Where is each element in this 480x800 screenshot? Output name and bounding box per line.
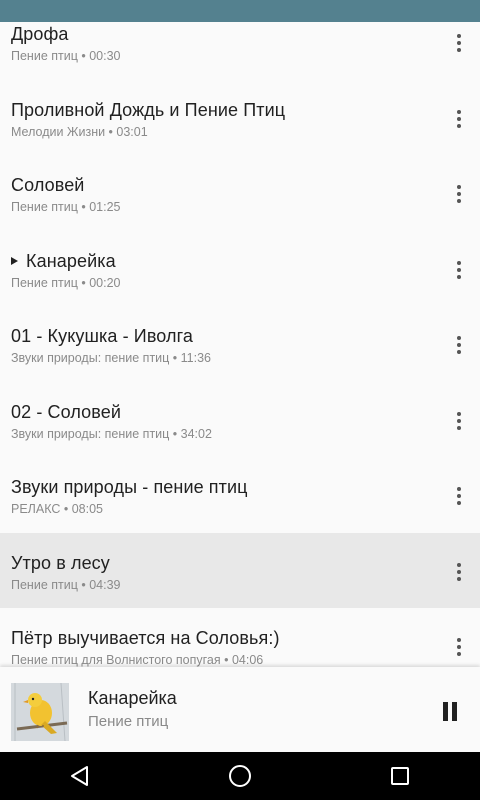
track-title-text: Утро в лесу xyxy=(11,552,110,573)
track-title-text: Проливной Дождь и Пение Птиц xyxy=(11,99,286,120)
now-playing-bar[interactable]: Канарейка Пение птиц xyxy=(0,667,480,752)
track-row[interactable]: 01 - Кукушка - Иволга Звуки природы: пени… xyxy=(0,306,480,382)
track-subtitle: Пение птиц для Волнистого попугая • 04:0… xyxy=(11,653,264,667)
more-options-dot xyxy=(457,487,461,491)
track-subtitle: Пение птиц • 00:30 xyxy=(11,49,121,63)
more-options-icon[interactable] xyxy=(446,30,472,56)
more-options-icon[interactable] xyxy=(446,634,472,660)
more-options-dot xyxy=(457,411,461,416)
pause-icon xyxy=(441,701,459,721)
back-icon xyxy=(71,766,88,786)
now-playing-indicator-icon xyxy=(11,256,18,265)
album-art[interactable] xyxy=(11,683,69,741)
status-bar xyxy=(0,0,480,22)
more-options-dot xyxy=(457,645,461,649)
more-options-dot xyxy=(457,41,461,45)
home-button[interactable] xyxy=(210,752,270,800)
recents-button[interactable] xyxy=(370,752,430,800)
recents-icon xyxy=(391,767,409,785)
more-options-icon[interactable] xyxy=(446,181,472,207)
more-options-dot xyxy=(457,34,461,38)
track-subtitle: Пение птиц • 00:20 xyxy=(11,275,121,290)
more-options-dot xyxy=(457,350,461,354)
more-options-dot xyxy=(457,199,461,203)
more-options-dot xyxy=(457,576,461,581)
back-button[interactable] xyxy=(50,752,110,800)
more-options-dot xyxy=(457,501,461,505)
track-title-text: 02 - Соловей xyxy=(11,401,121,422)
track-list-content: Дрофа Пение птиц • 00:30 Проливной Дождь и… xyxy=(0,22,480,667)
more-options-icon[interactable] xyxy=(446,559,472,585)
more-options-dot xyxy=(457,267,461,272)
track-title-text: Звуки природы - пение птиц xyxy=(11,477,248,497)
track-row[interactable]: Звуки природы - пение птиц РЕЛАКС • 08:05 xyxy=(0,457,480,533)
more-options-dot xyxy=(457,48,461,52)
track-subtitle: Звуки природы: пение птиц • 34:02 xyxy=(11,426,212,441)
track-row[interactable]: Канарейка Пение птиц • 00:20 xyxy=(0,231,480,307)
track-title: Проливной Дождь и Пение Птиц xyxy=(11,100,431,121)
track-row[interactable]: Утро в лесу Пение птиц • 04:39 xyxy=(0,532,480,608)
track-subtitle: Звуки природы: пение птиц • 11:36 xyxy=(11,351,211,365)
track-row[interactable]: Пётр выучивается на Соловья:) Пение птиц … xyxy=(0,608,480,667)
navigation-bar xyxy=(0,752,480,800)
more-options-dot xyxy=(457,494,461,498)
track-title: 02 - Соловей xyxy=(11,402,431,423)
more-options-dot xyxy=(457,336,461,340)
home-icon xyxy=(229,765,251,787)
more-options-icon[interactable] xyxy=(446,408,472,434)
more-options-dot xyxy=(457,562,461,567)
track-title-text: 01 - Кукушка - Иволга xyxy=(11,326,193,346)
more-options-dot xyxy=(457,123,461,128)
more-options-dot xyxy=(457,192,461,196)
track-title-text: Канарейка xyxy=(26,250,116,271)
more-options-dot xyxy=(457,569,461,574)
more-options-dot xyxy=(457,425,461,430)
track-row[interactable]: 02 - Соловей Звуки природы: пение птиц • … xyxy=(0,382,480,458)
more-options-dot xyxy=(457,185,461,189)
more-options-icon[interactable] xyxy=(446,257,472,283)
track-row[interactable]: Соловей Пение птиц • 01:25 xyxy=(0,155,480,231)
track-title: 01 - Кукушка - Иволга xyxy=(11,326,431,347)
more-options-dot xyxy=(457,116,461,121)
track-title-text: Дрофа xyxy=(11,24,69,44)
now-playing-subtitle[interactable]: Пение птиц xyxy=(88,713,168,730)
track-title: Дрофа xyxy=(11,24,431,45)
track-title: Пётр выучивается на Соловья:) xyxy=(11,628,431,649)
canary-bird-image xyxy=(11,683,69,741)
more-options-icon[interactable] xyxy=(446,332,472,358)
track-subtitle: Пение птиц • 01:25 xyxy=(11,200,121,214)
track-title: Канарейка xyxy=(11,251,431,272)
now-playing-title[interactable]: Канарейка xyxy=(88,688,177,709)
pause-button[interactable] xyxy=(434,695,466,727)
track-list[interactable]: Дрофа Пение птиц • 00:30 Проливной Дождь и… xyxy=(0,22,480,667)
track-title: Звуки природы - пение птиц xyxy=(11,477,431,498)
track-title-text: Соловей xyxy=(11,175,85,195)
track-title: Соловей xyxy=(11,175,431,196)
more-options-dot xyxy=(457,109,461,114)
more-options-dot xyxy=(457,638,461,642)
more-options-icon[interactable] xyxy=(446,483,472,509)
track-row[interactable]: Дрофа Пение птиц • 00:30 xyxy=(0,22,480,80)
track-row[interactable]: Проливной Дождь и Пение Птиц Мелодии Жизн… xyxy=(0,80,480,156)
more-options-dot xyxy=(457,652,461,656)
more-options-dot xyxy=(457,274,461,279)
track-title: Утро в лесу xyxy=(11,553,431,574)
track-subtitle: Мелодии Жизни • 03:01 xyxy=(11,124,148,139)
more-options-dot xyxy=(457,418,461,423)
more-options-dot xyxy=(457,260,461,265)
track-subtitle: РЕЛАКС • 08:05 xyxy=(11,502,103,516)
more-options-dot xyxy=(457,343,461,347)
more-options-icon[interactable] xyxy=(446,106,472,132)
track-subtitle: Пение птиц • 04:39 xyxy=(11,577,121,592)
track-title-text: Пётр выучивается на Соловья:) xyxy=(11,628,280,648)
